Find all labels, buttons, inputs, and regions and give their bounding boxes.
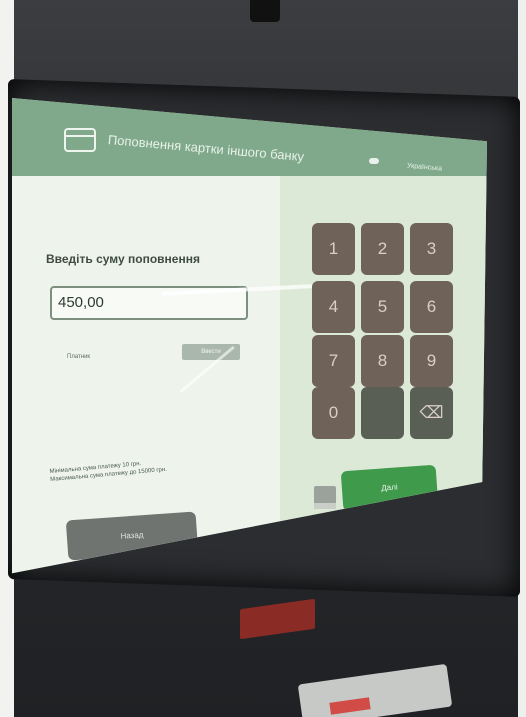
atm-photo-scene: Поповнення картки іншого банку Українськ… (0, 0, 526, 717)
pinpad-device (297, 663, 453, 717)
key-1[interactable]: 1 (312, 223, 355, 275)
key-5[interactable]: 5 (361, 281, 404, 333)
amount-prompt: Введіть суму поповнення (46, 252, 200, 266)
top-bracket (250, 0, 280, 22)
payer-label: Платник (67, 354, 91, 360)
status-chip-lower (314, 503, 336, 509)
backspace-key[interactable]: ⌫ (410, 387, 453, 439)
key-3[interactable]: 3 (410, 223, 453, 275)
key-6[interactable]: 6 (410, 281, 453, 333)
status-chip (314, 486, 336, 504)
key-7[interactable]: 7 (312, 335, 355, 387)
key-2[interactable]: 2 (361, 223, 404, 275)
language-selector[interactable]: Українська (407, 162, 443, 172)
key-4[interactable]: 4 (312, 281, 355, 333)
key-blank (361, 387, 404, 439)
indicator-icon (369, 158, 379, 164)
screen-title: Поповнення картки іншого банку (107, 132, 305, 165)
card-slot (240, 598, 315, 640)
card-icon (64, 128, 96, 152)
key-8[interactable]: 8 (361, 335, 404, 387)
key-0[interactable]: 0 (312, 387, 355, 439)
key-9[interactable]: 9 (410, 335, 453, 387)
